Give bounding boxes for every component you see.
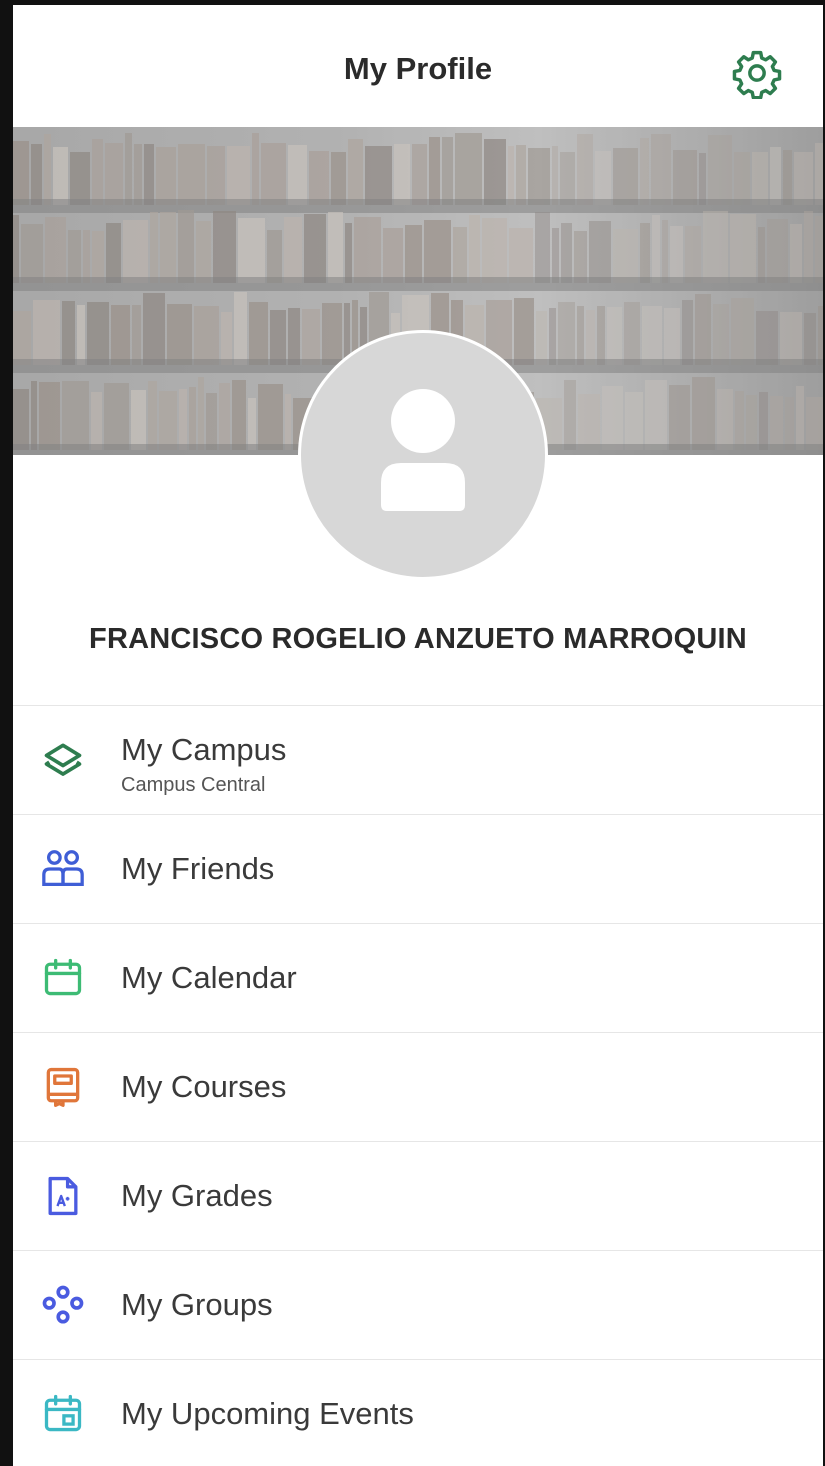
avatar[interactable]	[298, 330, 548, 580]
menu-item-my-campus[interactable]: My Campus Campus Central	[13, 706, 823, 815]
profile-name: FRANCISCO ROGELIO ANZUETO MARROQUIN	[89, 623, 747, 655]
top-bar: My Profile	[13, 5, 823, 127]
menu-item-my-calendar[interactable]: My Calendar	[13, 924, 823, 1033]
groups-icon	[42, 1285, 84, 1324]
menu-item-label: My Friends	[121, 851, 275, 886]
book-icon	[46, 1067, 80, 1107]
grade-document-icon	[48, 1176, 78, 1216]
menu-item-label: My Calendar	[121, 960, 297, 995]
menu-item-label: My Groups	[121, 1287, 273, 1322]
menu-item-sublabel: Campus Central	[121, 774, 266, 796]
settings-button[interactable]	[731, 47, 783, 100]
layers-icon	[44, 743, 82, 776]
menu-item-my-friends[interactable]: My Friends	[13, 815, 823, 924]
menu-item-my-courses[interactable]: My Courses	[13, 1033, 823, 1142]
menu-item-label: My Grades	[121, 1178, 273, 1213]
menu-item-my-grades[interactable]: My Grades	[13, 1142, 823, 1251]
menu-item-my-groups[interactable]: My Groups	[13, 1251, 823, 1360]
app-frame: My Profile FRANCISCO ROGELIO ANZUETO MAR…	[0, 0, 825, 1466]
menu-item-label: My Campus	[121, 732, 287, 767]
page-title: My Profile	[343, 51, 493, 86]
event-calendar-icon	[44, 1394, 82, 1432]
calendar-icon	[44, 958, 82, 996]
gear-icon	[732, 50, 782, 100]
friends-icon	[42, 850, 84, 886]
menu-item-label: My Courses	[121, 1069, 287, 1104]
user-icon	[381, 389, 465, 511]
menu-item-my-upcoming-events[interactable]: My Upcoming Events	[13, 1360, 823, 1466]
profile-menu: My Campus Campus Central My Friends My C…	[13, 705, 823, 1466]
menu-item-label: My Upcoming Events	[121, 1396, 414, 1431]
